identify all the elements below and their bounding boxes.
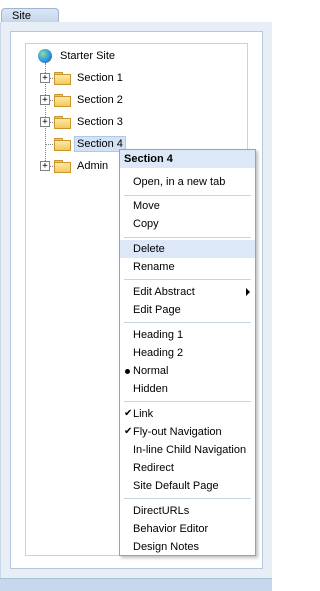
menu-item-inline-child-navigation[interactable]: In-line Child Navigation <box>120 441 255 459</box>
radio-bullet-icon <box>125 369 130 374</box>
menu-item-copy[interactable]: Copy <box>120 215 255 233</box>
submenu-arrow-icon <box>246 288 250 296</box>
menu-item-heading-1[interactable]: Heading 1 <box>120 326 255 344</box>
menu-item-edit-page[interactable]: Edit Page <box>120 301 255 319</box>
menu-item-label: Fly-out Navigation <box>133 426 222 438</box>
tab-strip: Site <box>0 0 272 23</box>
menu-item-label: Edit Abstract <box>133 286 195 298</box>
menu-item-heading-2[interactable]: Heading 2 <box>120 344 255 362</box>
tree-node-section-3[interactable]: Section 3 <box>75 115 125 129</box>
folder-icon <box>54 138 71 151</box>
menu-item-flyout-navigation[interactable]: ✔ Fly-out Navigation <box>120 423 255 441</box>
expand-icon[interactable]: + <box>40 117 50 127</box>
expand-icon[interactable]: + <box>40 95 50 105</box>
menu-item-hidden[interactable]: Hidden <box>120 380 255 398</box>
menu-item-normal[interactable]: Normal <box>120 362 255 380</box>
folder-icon <box>54 116 71 129</box>
menu-item-move[interactable]: Move <box>120 197 255 215</box>
tree-node-section-2[interactable]: Section 2 <box>75 93 125 107</box>
menu-item-rename[interactable]: Rename <box>120 258 255 276</box>
folder-icon <box>54 72 71 85</box>
expand-icon[interactable]: + <box>40 161 50 171</box>
context-menu-title: Section 4 <box>120 150 255 168</box>
menu-item-site-default-page[interactable]: Site Default Page <box>120 477 255 495</box>
menu-item-edit-abstract[interactable]: Edit Abstract <box>120 283 255 301</box>
menu-item-delete[interactable]: Delete <box>120 240 255 258</box>
menu-item-label: Normal <box>133 365 169 377</box>
menu-separator <box>124 322 251 323</box>
folder-icon <box>54 94 71 107</box>
menu-separator <box>124 498 251 499</box>
menu-separator <box>124 237 251 238</box>
menu-item-redirect[interactable]: Redirect <box>120 459 255 477</box>
menu-separator <box>124 401 251 402</box>
menu-separator <box>124 279 251 280</box>
checkmark-icon: ✔ <box>124 408 133 419</box>
expand-icon[interactable]: + <box>40 73 50 83</box>
menu-item-label: Link <box>133 408 154 420</box>
tree-root-label[interactable]: Starter Site <box>60 49 115 63</box>
menu-item-behavior-editor[interactable]: Behavior Editor <box>120 520 255 538</box>
tree-node-section-1[interactable]: Section 1 <box>75 71 125 85</box>
tree-connector-line <box>45 144 53 145</box>
menu-item-design-notes[interactable]: Design Notes <box>120 538 255 556</box>
globe-icon <box>38 49 52 63</box>
folder-icon <box>54 160 71 173</box>
menu-item-direct-urls[interactable]: DirectURLs <box>120 502 255 520</box>
menu-item-open-new-tab[interactable]: Open, in a new tab <box>120 173 255 191</box>
menu-item-link[interactable]: ✔ Link <box>120 405 255 423</box>
site-panel-window: Site Starter Site + Section 1 + Section … <box>0 0 272 591</box>
tab-site[interactable]: Site <box>1 8 59 22</box>
menu-separator <box>124 195 251 196</box>
footer-bar <box>0 578 272 591</box>
context-menu: Section 4 Open, in a new tab Move Copy D… <box>119 149 256 556</box>
checkmark-icon: ✔ <box>124 426 133 437</box>
tree-node-admin[interactable]: Admin <box>75 159 110 173</box>
